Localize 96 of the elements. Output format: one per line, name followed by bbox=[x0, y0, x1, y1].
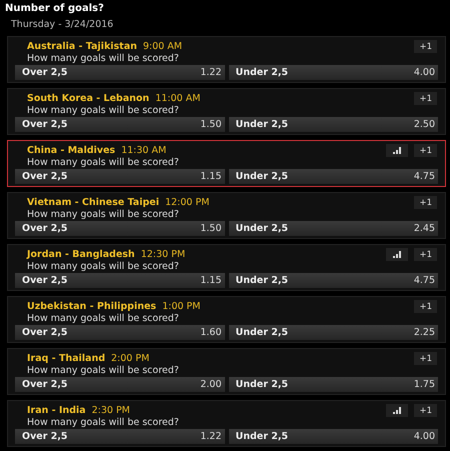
odds-price: 4.75 bbox=[414, 171, 435, 182]
match-card[interactable]: Iran - India 2:30 PM +1 How many goals will be scored? Over 2,5 1.22 Under 2,5 4.00 bbox=[7, 400, 446, 447]
odds-price: 4.00 bbox=[414, 67, 435, 78]
odds-label: Under 2,5 bbox=[236, 223, 288, 234]
odds-price: 4.75 bbox=[414, 275, 435, 286]
more-bets-button[interactable]: +1 bbox=[413, 195, 438, 210]
odds-price: 2.45 bbox=[414, 223, 435, 234]
odds-price: 1.15 bbox=[200, 171, 222, 182]
odds-price: 1.22 bbox=[200, 431, 222, 442]
odds-label: Under 2,5 bbox=[236, 275, 288, 286]
match-card[interactable]: Vietnam - Chinese Taipei 12:00 PM +1 How many goals will be scored? Over 2,5 1.50 Under 2,5 2.45 bbox=[7, 192, 446, 239]
match-question: How many goals will be scored? bbox=[26, 417, 180, 428]
more-bets-button[interactable]: +1 bbox=[413, 39, 438, 54]
match-teams: South Korea - Lebanon bbox=[27, 93, 150, 104]
match-card[interactable]: South Korea - Lebanon 11:00 AM +1 How many goals will be scored? Over 2,5 1.50 Under 2,5 2.50 bbox=[7, 88, 446, 135]
more-bets-button[interactable]: +1 bbox=[413, 143, 438, 158]
odds-label: Over 2,5 bbox=[22, 171, 68, 182]
odds-price: 4.00 bbox=[414, 431, 435, 442]
odds-button[interactable]: Under 2,5 2.25 bbox=[228, 325, 438, 340]
match-teams: Jordan - Bangladesh bbox=[27, 249, 135, 260]
match-card[interactable]: Iraq - Thailand 2:00 PM +1 How many goals will be scored? Over 2,5 2.00 Under 2,5 1.75 bbox=[7, 348, 446, 395]
match-question: How many goals will be scored? bbox=[26, 209, 180, 220]
match-teams: Iraq - Thailand bbox=[27, 353, 106, 364]
match-card[interactable]: Uzbekistan - Philippines 1:00 PM +1 How many goals will be scored? Over 2,5 1.60 Under 2,5 2.25 bbox=[7, 296, 446, 343]
match-teams: Australia - Tajikistan bbox=[27, 41, 138, 52]
odds-price: 1.60 bbox=[200, 327, 222, 338]
match-time: 12:30 PM bbox=[140, 249, 186, 260]
odds-price: 2.50 bbox=[414, 119, 435, 130]
more-bets-button[interactable]: +1 bbox=[413, 91, 438, 106]
odds-button[interactable]: Over 2,5 1.15 bbox=[15, 169, 224, 184]
odds-button[interactable]: Under 2,5 4.75 bbox=[228, 169, 438, 184]
odds-button[interactable]: Over 2,5 1.15 bbox=[15, 273, 224, 288]
odds-price: 1.15 bbox=[200, 275, 222, 286]
signal-bars-icon bbox=[392, 251, 402, 258]
match-time: 9:00 AM bbox=[143, 41, 182, 52]
odds-button[interactable]: Over 2,5 1.60 bbox=[15, 325, 224, 340]
odds-label: Over 2,5 bbox=[22, 223, 68, 234]
stats-button[interactable] bbox=[385, 403, 410, 418]
odds-button[interactable]: Over 2,5 1.22 bbox=[15, 429, 224, 444]
odds-button[interactable]: Under 2,5 2.45 bbox=[228, 221, 438, 236]
odds-label: Under 2,5 bbox=[236, 431, 288, 442]
odds-label: Over 2,5 bbox=[22, 431, 68, 442]
odds-button[interactable]: Under 2,5 1.75 bbox=[228, 377, 438, 392]
match-card[interactable]: Australia - Tajikistan 9:00 AM +1 How many goals will be scored? Over 2,5 1.22 Under 2,5 4.00 bbox=[7, 36, 446, 83]
match-time: 11:30 AM bbox=[121, 145, 166, 156]
match-time: 1:00 PM bbox=[162, 301, 200, 312]
stats-button[interactable] bbox=[385, 143, 410, 158]
match-question: How many goals will be scored? bbox=[26, 157, 180, 168]
match-teams: Vietnam - Chinese Taipei bbox=[27, 197, 160, 208]
section-title: Number of goals? bbox=[5, 2, 105, 16]
signal-bars-icon bbox=[392, 407, 402, 414]
match-time: 2:30 PM bbox=[92, 405, 130, 416]
more-bets-button[interactable]: +1 bbox=[413, 299, 438, 314]
odds-label: Under 2,5 bbox=[236, 67, 288, 78]
odds-price: 1.22 bbox=[200, 67, 222, 78]
odds-button[interactable]: Over 2,5 1.22 bbox=[15, 65, 224, 80]
more-bets-button[interactable]: +1 bbox=[413, 247, 438, 262]
odds-button[interactable]: Under 2,5 2.50 bbox=[228, 117, 438, 132]
odds-button[interactable]: Under 2,5 4.75 bbox=[228, 273, 438, 288]
odds-label: Over 2,5 bbox=[22, 327, 68, 338]
match-question: How many goals will be scored? bbox=[26, 261, 180, 272]
odds-button[interactable]: Under 2,5 4.00 bbox=[228, 65, 438, 80]
odds-label: Over 2,5 bbox=[22, 119, 68, 130]
odds-label: Over 2,5 bbox=[22, 379, 68, 390]
match-teams: Uzbekistan - Philippines bbox=[27, 301, 156, 312]
match-question: How many goals will be scored? bbox=[26, 53, 180, 64]
match-card[interactable]: Jordan - Bangladesh 12:30 PM +1 How many goals will be scored? Over 2,5 1.15 Under 2,5 4.75 bbox=[7, 244, 446, 291]
match-time: 11:00 AM bbox=[155, 93, 200, 104]
odds-button[interactable]: Over 2,5 1.50 bbox=[15, 221, 224, 236]
odds-label: Under 2,5 bbox=[236, 119, 288, 130]
match-question: How many goals will be scored? bbox=[26, 105, 180, 116]
more-bets-button[interactable]: +1 bbox=[413, 403, 438, 418]
odds-button[interactable]: Under 2,5 4.00 bbox=[228, 429, 438, 444]
more-bets-button[interactable]: +1 bbox=[413, 351, 438, 366]
stats-button[interactable] bbox=[385, 247, 410, 262]
odds-price: 1.50 bbox=[200, 119, 222, 130]
odds-price: 2.00 bbox=[200, 379, 222, 390]
odds-label: Over 2,5 bbox=[22, 67, 68, 78]
odds-label: Under 2,5 bbox=[236, 379, 288, 390]
match-question: How many goals will be scored? bbox=[26, 365, 180, 376]
odds-label: Over 2,5 bbox=[22, 275, 68, 286]
match-time: 12:00 PM bbox=[165, 197, 210, 208]
match-card[interactable]: China - Maldives 11:30 AM +1 How many goals will be scored? Over 2,5 1.15 Under 2,5 4.75 bbox=[7, 140, 446, 187]
match-question: How many goals will be scored? bbox=[26, 313, 180, 324]
odds-price: 1.75 bbox=[414, 379, 435, 390]
match-teams: China - Maldives bbox=[27, 145, 116, 156]
odds-label: Under 2,5 bbox=[236, 327, 288, 338]
odds-price: 1.50 bbox=[200, 223, 222, 234]
odds-button[interactable]: Over 2,5 1.50 bbox=[15, 117, 224, 132]
odds-button[interactable]: Over 2,5 2.00 bbox=[15, 377, 224, 392]
match-time: 2:00 PM bbox=[111, 353, 150, 364]
signal-bars-icon bbox=[392, 147, 402, 154]
odds-price: 2.25 bbox=[414, 327, 435, 338]
date-heading: Thursday - 3/24/2016 bbox=[10, 18, 114, 32]
odds-label: Under 2,5 bbox=[236, 171, 288, 182]
match-teams: Iran - India bbox=[27, 405, 86, 416]
